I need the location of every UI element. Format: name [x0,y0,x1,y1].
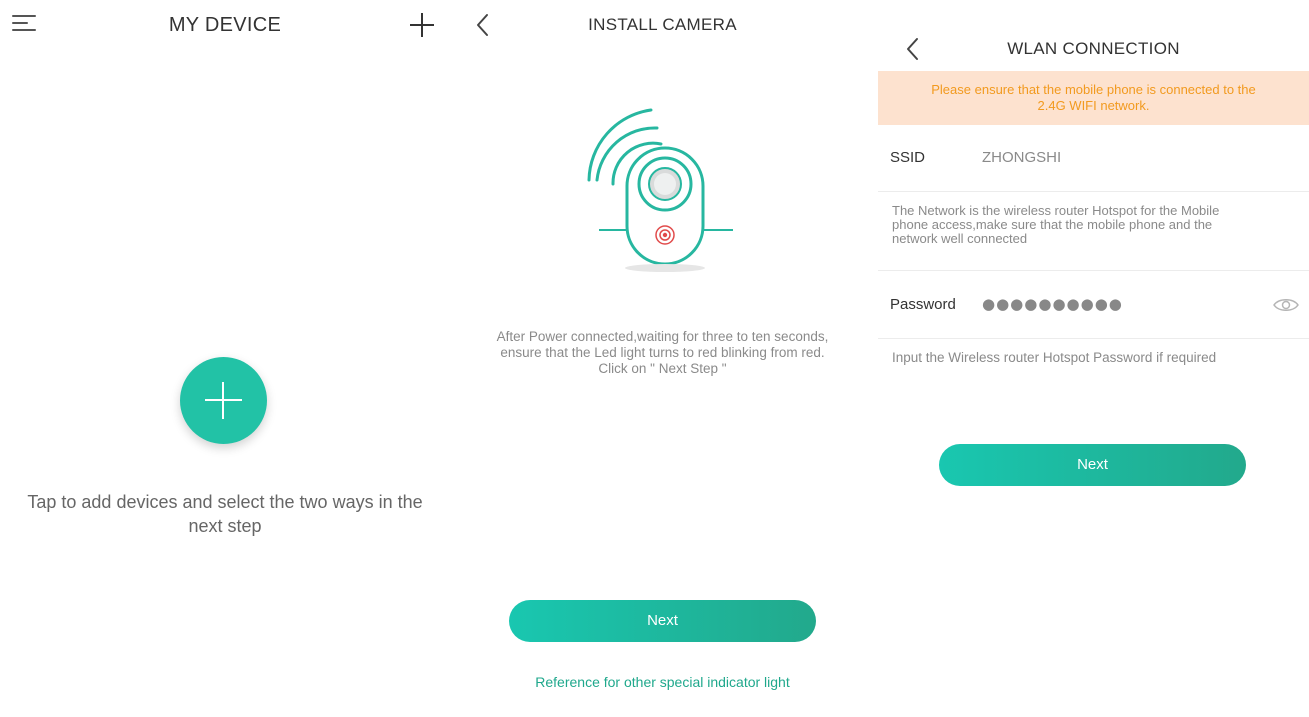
next-button[interactable]: Next [939,444,1246,486]
camera-wifi-illustration [585,100,745,275]
indicator-reference-link[interactable]: Reference for other special indicator li… [455,674,870,690]
password-label: Password [890,296,956,313]
password-input[interactable] [982,292,1252,316]
divider [878,338,1309,339]
add-device-button[interactable] [180,357,267,444]
instruction-line: ensure that the Led light turns to red b… [500,345,825,360]
warning-line: Please ensure that the mobile phone is c… [931,82,1256,97]
instruction-line: After Power connected,waiting for three … [496,329,829,344]
page-title: WLAN CONNECTION [1007,39,1180,58]
page-title: MY DEVICE [168,14,282,36]
eye-icon[interactable] [1273,296,1299,314]
description-line: network well connected [892,231,1028,246]
ssid-value: ZHONGSHI [982,149,1062,166]
page-title: INSTALL CAMERA [588,15,737,34]
password-hint: Input the Wireless router Hotspot Passwo… [892,350,1217,365]
ssid-label: SSID [890,149,926,166]
description-line: The Network is the wireless router Hotsp… [892,203,1220,218]
warning-line: 2.4G WIFI network. [1037,98,1150,113]
my-device-screen: MY DEVICE Tap to add devices and select … [0,0,450,717]
plus-icon [205,382,242,419]
add-device-hint: Tap to add devices and select the two wa… [27,492,423,536]
install-camera-screen: INSTALL CAMERA After Power connected,wai… [455,0,870,717]
next-button[interactable]: Next [509,600,816,642]
wlan-connection-screen: WLAN CONNECTION Please ensure that the m… [878,0,1309,717]
network-description: The Network is the wireless router Hotsp… [892,204,1296,246]
install-instructions: After Power connected,waiting for three … [460,329,865,377]
divider [878,270,1309,271]
description-line: phone access,make sure that the mobile p… [892,217,1213,232]
wifi-warning-banner: Please ensure that the mobile phone is c… [878,71,1309,125]
divider [878,191,1309,192]
add-device-plus-icon[interactable] [409,12,435,38]
instruction-line: Click on " Next Step " [598,361,727,376]
